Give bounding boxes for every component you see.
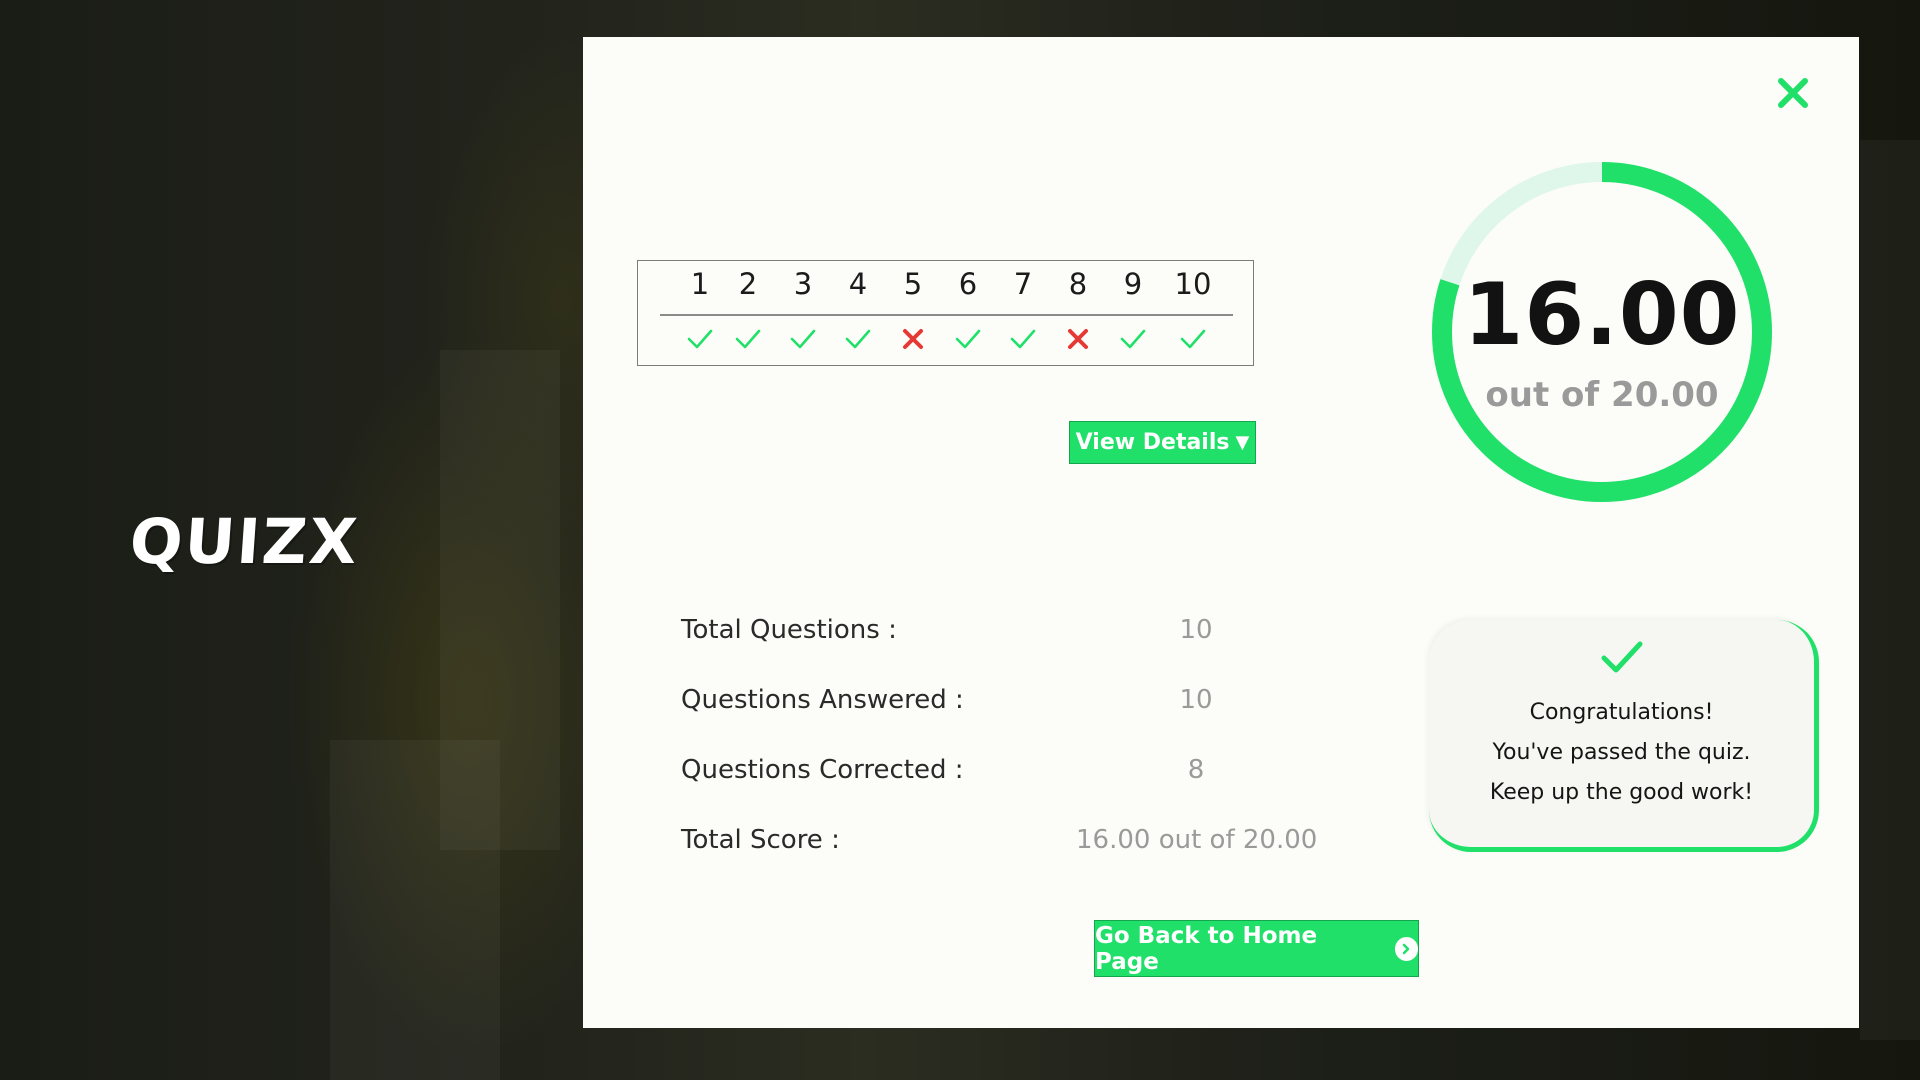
total-score-value: 16.00 out of 20.00	[1076, 825, 1318, 855]
go-home-label: Go Back to Home Page	[1095, 922, 1318, 975]
question-number: 6	[958, 267, 978, 301]
close-icon	[1778, 78, 1808, 108]
triangle-down-icon: ▼	[1235, 432, 1250, 453]
question-column: 2	[728, 261, 768, 365]
check-icon	[687, 329, 713, 349]
check-icon	[735, 329, 761, 349]
question-column: 9	[1113, 261, 1153, 365]
check-icon	[1180, 329, 1206, 349]
background-shape	[330, 740, 500, 1080]
congrats-title: Congratulations!	[1529, 700, 1714, 725]
question-number: 5	[903, 267, 923, 301]
question-column: 1	[680, 261, 720, 365]
answer-summary: 1 2 3 4 5 6 7 8 9 10	[637, 260, 1254, 366]
question-number: 2	[738, 267, 758, 301]
question-number: 3	[793, 267, 813, 301]
total-questions-label: Total Questions :	[681, 615, 897, 645]
total-questions-value: 10	[1179, 615, 1213, 645]
congrats-message: You've passed the quiz.	[1492, 740, 1751, 765]
cross-icon	[903, 329, 923, 349]
chevron-right-circle-icon	[1394, 936, 1418, 961]
questions-answered-value: 10	[1179, 685, 1213, 715]
view-details-button[interactable]: View Details ▼	[1069, 421, 1256, 464]
questions-corrected-label: Questions Corrected :	[681, 755, 964, 785]
check-icon	[1120, 329, 1146, 349]
question-column: 3	[783, 261, 823, 365]
question-number: 7	[1013, 267, 1033, 301]
check-icon	[790, 329, 816, 349]
score-total: out of 20.00	[1485, 375, 1719, 415]
question-column: 5	[893, 261, 933, 365]
go-home-button[interactable]: Go Back to Home Page	[1094, 920, 1419, 977]
view-details-label: View Details	[1075, 430, 1230, 455]
background-shape	[1860, 140, 1920, 1040]
score-value: 16.00	[1463, 265, 1741, 365]
question-column: 6	[948, 261, 988, 365]
check-icon	[845, 329, 871, 349]
question-column: 10	[1173, 261, 1213, 365]
results-modal: 1 2 3 4 5 6 7 8 9 10 View Details ▼ 16.00 out of …	[583, 37, 1859, 1028]
question-number: 10	[1174, 267, 1212, 301]
check-icon	[1010, 329, 1036, 349]
question-number: 8	[1068, 267, 1088, 301]
check-icon	[955, 329, 981, 349]
congrats-encouragement: Keep up the good work!	[1489, 780, 1754, 805]
question-column: 4	[838, 261, 878, 365]
cross-icon	[1068, 329, 1088, 349]
question-number: 1	[690, 267, 710, 301]
question-column: 8	[1058, 261, 1098, 365]
question-column: 7	[1003, 261, 1043, 365]
question-number: 4	[848, 267, 868, 301]
divider	[660, 314, 1233, 316]
close-button[interactable]	[1773, 73, 1813, 113]
question-number: 9	[1123, 267, 1143, 301]
questions-corrected-value: 8	[1187, 755, 1205, 785]
check-icon	[1601, 641, 1643, 673]
app-logo: QUIZX	[127, 505, 362, 578]
questions-answered-label: Questions Answered :	[681, 685, 964, 715]
total-score-label: Total Score :	[681, 825, 840, 855]
congratulations-card: Congratulations! You've passed the quiz.…	[1429, 620, 1819, 852]
